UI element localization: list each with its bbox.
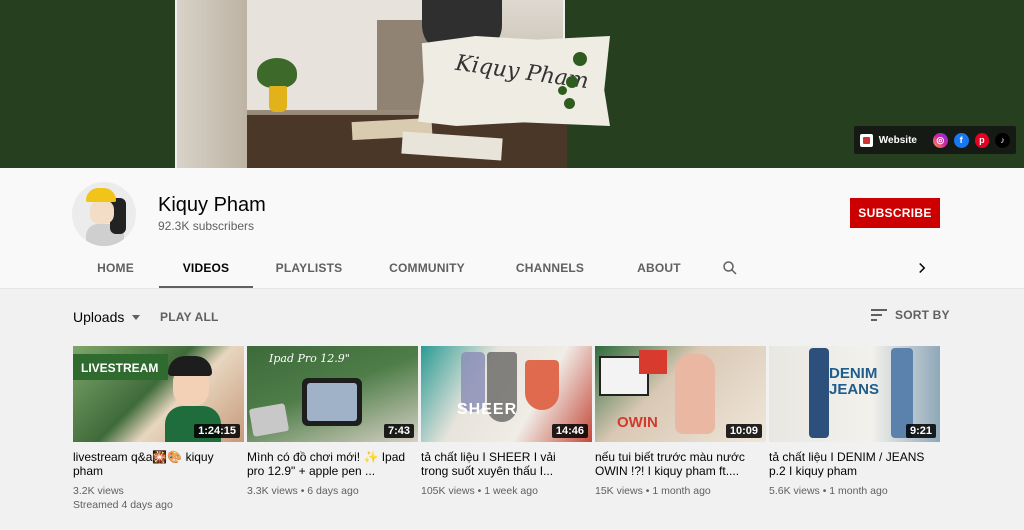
- tab-community[interactable]: COMMUNITY: [365, 248, 489, 288]
- video-views: 15K views • 1 month ago: [595, 485, 711, 497]
- thumbnail-text: DENIM JEANS: [829, 365, 880, 398]
- videos-section: Uploads PLAY ALL SORT BY LIVESTREAM 1:24…: [0, 289, 1024, 530]
- video-title[interactable]: tả chất liệu I DENIM / JEANS p.2 I kiquy…: [769, 450, 934, 478]
- instagram-icon[interactable]: ◎: [932, 132, 948, 148]
- video-card[interactable]: Ipad Pro 12.9" 7:43 Mình có đồ chơi mới!…: [247, 346, 418, 512]
- video-views: 3.3K views • 6 days ago: [247, 485, 359, 497]
- chevron-right-icon[interactable]: [913, 259, 931, 277]
- thumbnail-text: Ipad Pro 12.9": [269, 352, 350, 365]
- video-thumbnail[interactable]: Ipad Pro 12.9" 7:43: [247, 346, 418, 442]
- website-link[interactable]: Website: [879, 135, 917, 146]
- tab-videos[interactable]: VIDEOS: [159, 248, 253, 288]
- video-duration: 7:43: [383, 424, 414, 438]
- video-age: Streamed 4 days ago: [73, 499, 173, 511]
- video-card[interactable]: SHEER 14:46 tả chất liệu I SHEER I vải t…: [421, 346, 592, 512]
- subscriber-count: 92.3K subscribers: [158, 219, 255, 233]
- video-card[interactable]: DENIM JEANS 9:21 tả chất liệu I DENIM / …: [769, 346, 940, 512]
- video-card[interactable]: OWIN 10:09 nếu tui biết trước màu nước O…: [595, 346, 766, 512]
- channel-links: Website ◎ f p ♪: [854, 126, 1016, 154]
- video-title[interactable]: tả chất liệu I SHEER I vải trong suốt xu…: [421, 450, 586, 478]
- sort-icon: [871, 309, 887, 321]
- video-grid: LIVESTREAM 1:24:15 livestream q&a🎇🎨 kiqu…: [73, 346, 940, 512]
- thumbnail-text: LIVESTREAM: [81, 361, 159, 375]
- video-views: 105K views • 1 week ago: [421, 485, 538, 497]
- thumbnail-text: OWIN: [617, 414, 658, 431]
- search-icon[interactable]: [721, 259, 739, 277]
- tiktok-icon[interactable]: ♪: [995, 132, 1011, 148]
- video-duration: 14:46: [551, 424, 588, 438]
- uploads-label: Uploads: [73, 309, 125, 325]
- channel-tabs: HOME VIDEOS PLAYLISTS COMMUNITY CHANNELS…: [72, 248, 707, 288]
- video-title[interactable]: livestream q&a🎇🎨 kiquy pham: [73, 450, 238, 478]
- facebook-icon[interactable]: f: [953, 132, 969, 148]
- channel-name: Kiquy Pham: [158, 194, 266, 216]
- plant-image: [257, 58, 297, 88]
- channel-header: Kiquy Pham 92.3K subscribers SUBSCRIBE H…: [0, 168, 1024, 288]
- video-title[interactable]: Mình có đồ chơi mới! ✨ Ipad pro 12.9" + …: [247, 450, 412, 478]
- pinterest-icon[interactable]: p: [974, 132, 990, 148]
- video-duration: 10:09: [725, 424, 762, 438]
- video-card[interactable]: LIVESTREAM 1:24:15 livestream q&a🎇🎨 kiqu…: [73, 346, 244, 512]
- video-title[interactable]: nếu tui biết trước màu nước OWIN !?! I k…: [595, 450, 760, 478]
- play-all-button[interactable]: PLAY ALL: [160, 310, 219, 324]
- tab-playlists[interactable]: PLAYLISTS: [253, 248, 365, 288]
- video-duration: 1:24:15: [194, 424, 240, 438]
- channel-banner: Kiquy Pham Website ◎ f p ♪: [0, 0, 1024, 168]
- channel-avatar[interactable]: [72, 182, 136, 246]
- video-thumbnail[interactable]: DENIM JEANS 9:21: [769, 346, 940, 442]
- video-views: 5.6K views • 1 month ago: [769, 485, 888, 497]
- tab-home[interactable]: HOME: [72, 248, 159, 288]
- video-thumbnail[interactable]: SHEER 14:46: [421, 346, 592, 442]
- video-thumbnail[interactable]: LIVESTREAM 1:24:15: [73, 346, 244, 442]
- sort-by-label: SORT BY: [895, 308, 950, 322]
- tab-about[interactable]: ABOUT: [611, 248, 707, 288]
- website-icon[interactable]: [860, 133, 873, 147]
- video-views: 3.2K views: [73, 485, 124, 497]
- caret-down-icon: [132, 314, 141, 320]
- sort-by-button[interactable]: SORT BY: [871, 308, 950, 322]
- video-thumbnail[interactable]: OWIN 10:09: [595, 346, 766, 442]
- tab-channels[interactable]: CHANNELS: [489, 248, 611, 288]
- uploads-dropdown[interactable]: Uploads: [73, 309, 141, 325]
- subscribe-button[interactable]: SUBSCRIBE: [850, 198, 940, 228]
- video-duration: 9:21: [905, 424, 936, 438]
- thumbnail-text: SHEER: [457, 401, 518, 418]
